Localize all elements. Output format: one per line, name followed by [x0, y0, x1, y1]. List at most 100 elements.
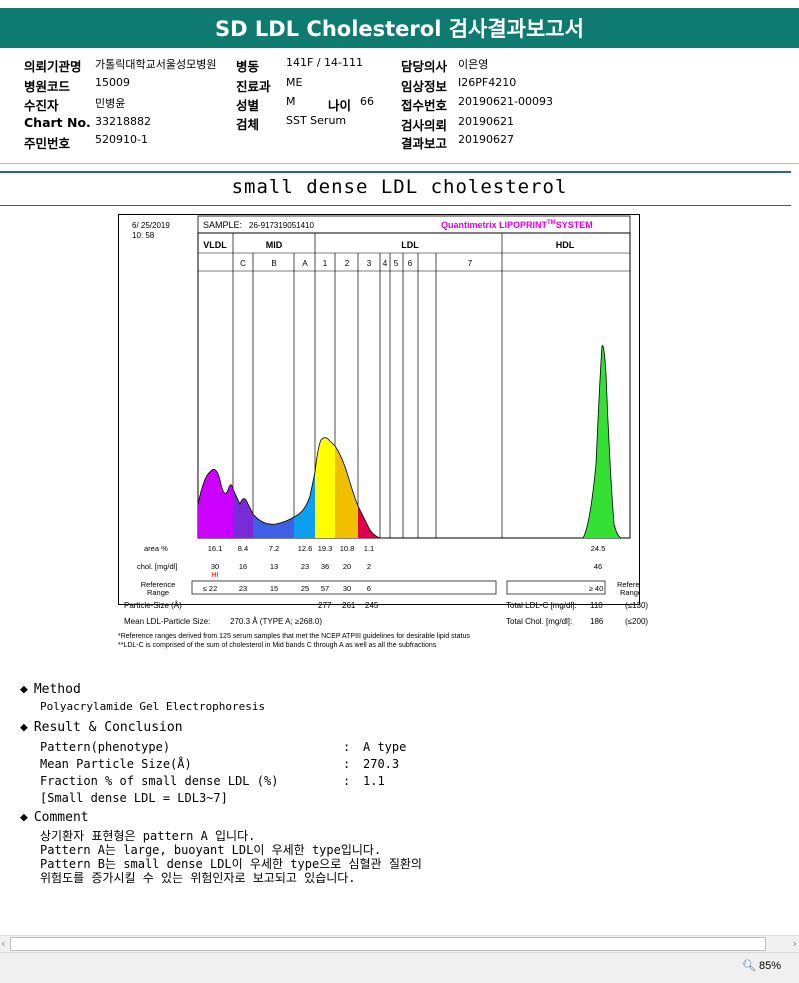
- area-value: 16.1: [208, 544, 223, 553]
- label-report-date: 결과보고: [401, 136, 448, 151]
- result-note: [Small dense LDL = LDL3~7]: [40, 791, 228, 805]
- ref-value: 6: [367, 584, 371, 593]
- result-row-key: Fraction % of small dense LDL (%): [40, 774, 279, 788]
- total-ldl-label: Total LDL-C [mg/dl]:: [506, 601, 577, 610]
- diamond-bullet-icon: ◆: [20, 810, 28, 825]
- divider: [0, 205, 791, 206]
- area-value-hdl: 24.5: [591, 544, 606, 553]
- divider: [0, 163, 799, 164]
- area-value: 7.2: [269, 544, 279, 553]
- value-age: 66: [360, 95, 374, 108]
- result-row-key: Mean Particle Size(Å): [40, 757, 192, 771]
- chol-value: 36: [321, 562, 329, 571]
- particle-size-label: Particle-Size (Å): [124, 601, 182, 610]
- divider: [0, 171, 791, 173]
- result-row-value: 1.1: [363, 774, 385, 788]
- total-chol-value: 186: [590, 617, 604, 626]
- group-label-hdl: HDL: [556, 240, 575, 250]
- scroll-left-icon[interactable]: ‹: [1, 937, 5, 950]
- horizontal-scrollbar[interactable]: ‹ ›: [0, 935, 799, 952]
- value-requesting-institution: 가톨릭대학교서울성모병원: [95, 58, 217, 71]
- row-label-area: area %: [144, 544, 168, 553]
- section-title: small dense LDL cholesterol: [231, 176, 568, 198]
- value-department: ME: [286, 76, 303, 89]
- footnote: **LDL-C is comprised of the sum of chole…: [118, 642, 437, 649]
- group-label-vldl: VLDL: [203, 240, 227, 250]
- ref-value: 25: [301, 584, 309, 593]
- area-value: 12.6: [298, 544, 313, 553]
- label-requesting-institution: 의뢰기관명: [24, 59, 82, 74]
- chol-value-hdl: 46: [594, 562, 602, 571]
- group-label-ldl: LDL: [401, 240, 419, 250]
- result-row-value: A type: [363, 740, 407, 754]
- report-title: SD LDL Cholesterol 검사결과보고서: [0, 8, 799, 48]
- band-label: A: [302, 259, 308, 268]
- label-accession-no: 접수번호: [401, 98, 448, 113]
- report-date: 6/ 25/2019: [132, 221, 170, 230]
- band-label: 4: [383, 259, 388, 268]
- result-row-sep: :: [343, 740, 351, 754]
- total-chol-ref: (≤200): [625, 617, 649, 626]
- scrollbar-thumb[interactable]: [10, 937, 766, 951]
- row-label-chol: chol. [mg/dl]: [137, 562, 177, 571]
- plot-frame: [197, 232, 631, 539]
- result-row-value: 270.3: [363, 757, 400, 771]
- ref-label-right: Range: [620, 588, 640, 597]
- label-ward: 병동: [236, 59, 260, 74]
- label-sex: 성별: [236, 98, 260, 113]
- scroll-right-icon[interactable]: ›: [793, 937, 797, 950]
- band-label: 1: [323, 259, 328, 268]
- high-flag: HI: [211, 570, 219, 579]
- total-chol-label: Total Chol. [mg/dl]:: [506, 617, 573, 626]
- result-row-sep: :: [343, 774, 351, 788]
- lipoprint-report-figure: 6/ 25/2019 10: 58 SAMPLE: 26-91731905141…: [118, 214, 640, 605]
- band-label: 7: [468, 259, 473, 268]
- label-chart-no: Chart No.: [24, 115, 91, 130]
- value-chart-no: 33218882: [95, 115, 151, 128]
- ref-value: 15: [270, 584, 278, 593]
- label-resident-no: 주민번호: [24, 136, 71, 151]
- patient-info-panel: 의뢰기관명 가톨릭대학교서울성모병원 병원코드 15009 수진자 민병윤 Ch…: [0, 50, 799, 162]
- value-specimen: SST Serum: [286, 114, 347, 127]
- value-hospital-code: 15009: [95, 76, 130, 89]
- chol-value: 16: [239, 562, 247, 571]
- mean-ldl-label: Mean LDL-Particle Size:: [124, 617, 211, 626]
- chol-value: 20: [343, 562, 351, 571]
- total-ldl-value: 110: [590, 601, 603, 610]
- result-row-key: Pattern(phenotype): [40, 740, 171, 754]
- group-label-mid: MID: [266, 240, 283, 250]
- status-bar: 🔍︎ 85%: [0, 952, 799, 983]
- value-report-date: 20190627: [458, 133, 514, 146]
- band-label: 5: [394, 259, 399, 268]
- band-label: 3: [367, 259, 372, 268]
- mean-ldl-value: 270.3 Å (TYPE A; ≥268.0): [230, 617, 322, 626]
- label-hospital-code: 병원코드: [24, 79, 71, 94]
- ref-value: ≤ 22: [203, 584, 218, 593]
- brand-name: Quantimetrix LIPOPRINTTMSYSTEM: [441, 220, 593, 230]
- value-clinical-info: I26PF4210: [458, 76, 517, 89]
- method-heading: ◆ Method: [20, 682, 81, 697]
- band-label: C: [240, 259, 246, 268]
- ref-value: 30: [343, 584, 351, 593]
- total-ldl-ref: (≤130): [625, 601, 649, 610]
- area-value: 8.4: [238, 544, 248, 553]
- area-value: 19.3: [318, 544, 333, 553]
- zoom-control[interactable]: 🔍︎ 85%: [742, 959, 781, 972]
- label-age: 나이: [328, 98, 352, 113]
- result-heading: ◆ Result & Conclusion: [20, 720, 183, 735]
- comment-line: 위험도를 증가시킬 수 있는 위험인자로 보고되고 있습니다.: [40, 871, 356, 885]
- method-text: Polyacrylamide Gel Electrophoresis: [40, 700, 266, 713]
- value-accession-no: 20190621-00093: [458, 95, 553, 108]
- magnifier-zoom-icon: 🔍︎: [741, 960, 756, 972]
- band-label: B: [271, 259, 276, 268]
- label-department: 진료과: [236, 79, 271, 94]
- result-row-sep: :: [343, 757, 351, 771]
- chol-value: 13: [270, 562, 278, 571]
- label-request-date: 검사의뢰: [401, 118, 448, 133]
- chol-value: 23: [301, 562, 309, 571]
- label-patient: 수진자: [24, 98, 59, 113]
- particle-size-value: 261: [342, 601, 356, 610]
- label-physician: 담당의사: [401, 59, 448, 74]
- particle-size-value: 277: [318, 601, 332, 610]
- value-resident-no: 520910-1: [95, 133, 148, 146]
